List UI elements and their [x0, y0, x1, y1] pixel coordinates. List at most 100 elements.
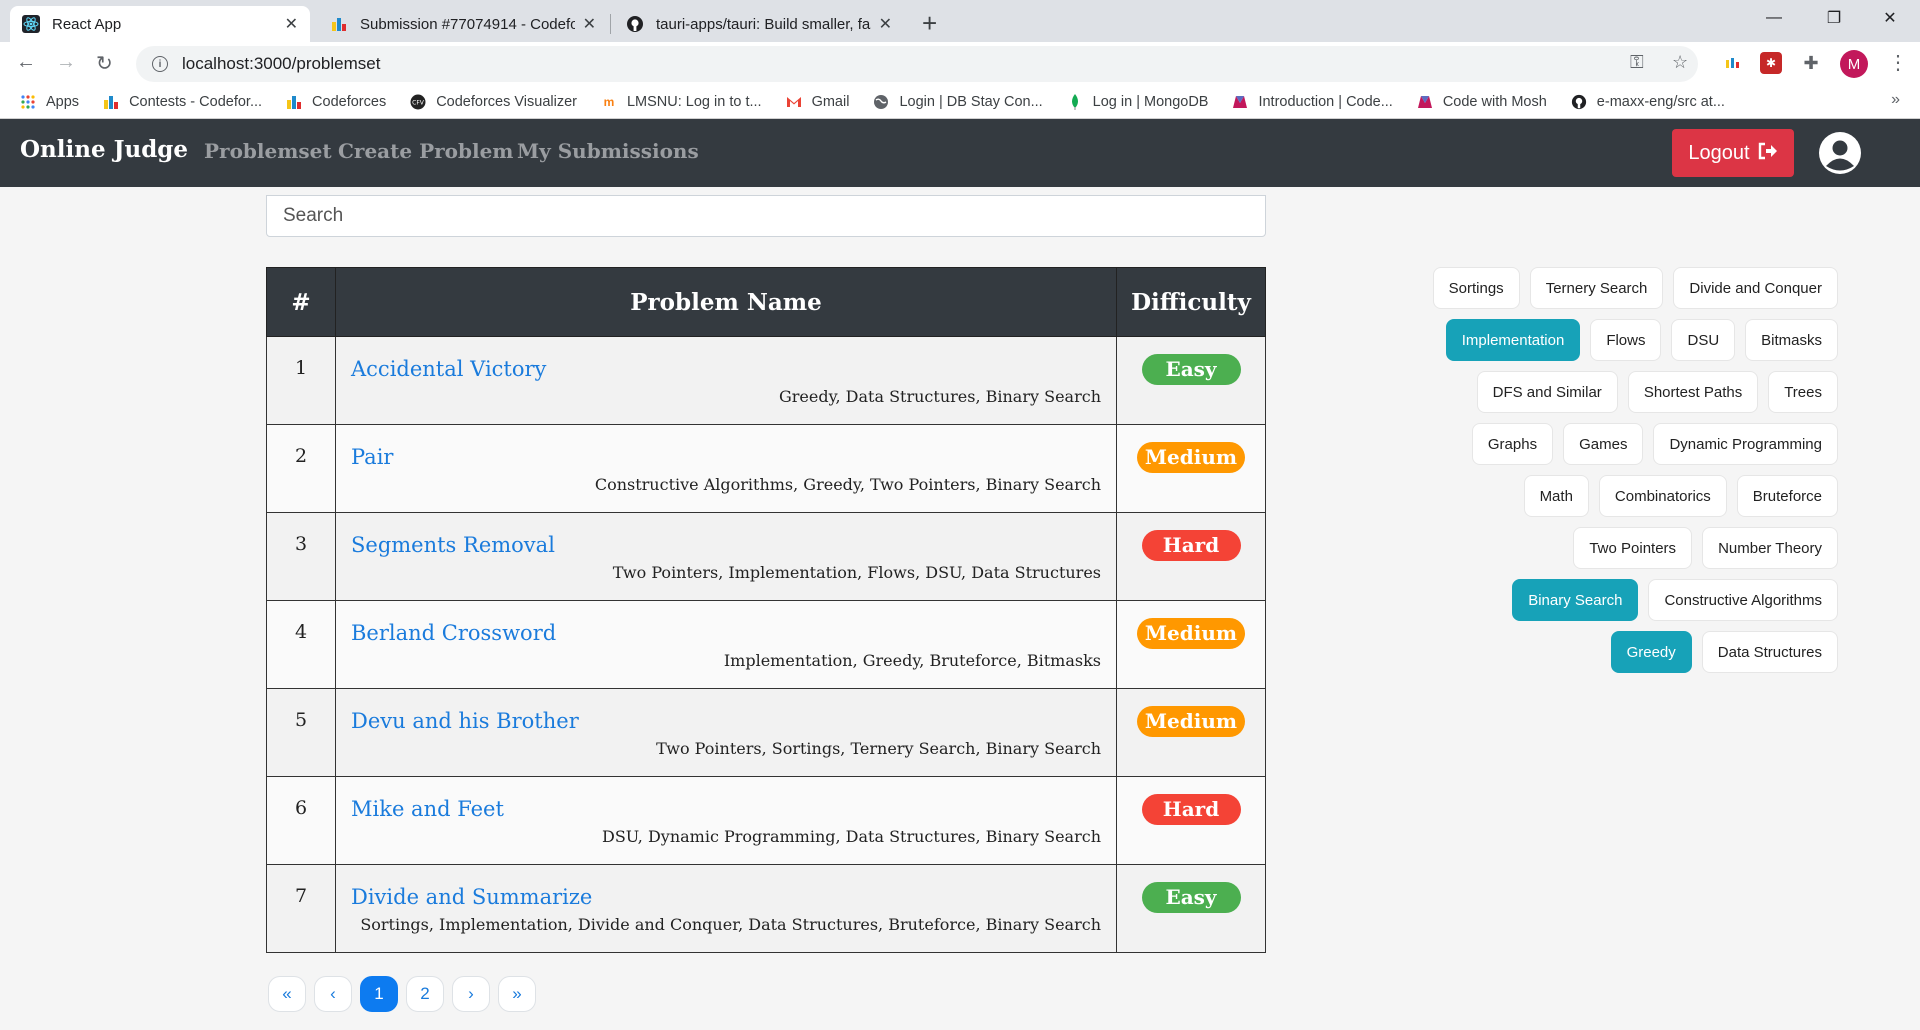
tag-filter-greedy[interactable]: Greedy	[1610, 631, 1692, 673]
prev-page-button[interactable]: ‹	[314, 976, 352, 1012]
tag-filter-shortest-paths[interactable]: Shortest Paths	[1627, 371, 1759, 413]
browser-tab-react-app[interactable]: React App ✕	[10, 6, 310, 42]
problem-tags: Greedy, Data Structures, Binary Search	[778, 387, 1101, 406]
bookmark-e-maxx[interactable]: e-maxx-eng/src at...	[1571, 94, 1725, 110]
bookmark-code-with-mosh[interactable]: Code with Mosh	[1417, 94, 1547, 110]
search-input[interactable]	[283, 205, 1249, 227]
problem-link[interactable]: Mike and Feet	[351, 797, 1101, 821]
tag-filter-dynamic-programming[interactable]: Dynamic Programming	[1653, 423, 1838, 465]
extension-puzzle-red-icon[interactable]: ✱	[1760, 52, 1782, 74]
tag-filter-data-structures[interactable]: Data Structures	[1701, 631, 1838, 673]
user-avatar-icon[interactable]	[1818, 131, 1862, 175]
tag-filter-two-pointers[interactable]: Two Pointers	[1573, 527, 1693, 569]
tag-filter-number-theory[interactable]: Number Theory	[1702, 527, 1838, 569]
logout-button[interactable]: Logout	[1672, 129, 1794, 177]
forward-arrow-icon[interactable]: →	[56, 51, 76, 74]
difficulty-cell: Easy	[1116, 336, 1266, 425]
bookmark-introduction-code[interactable]: Introduction | Code...	[1232, 94, 1393, 110]
tag-filter-dsu[interactable]: DSU	[1671, 319, 1736, 361]
key-icon[interactable]: ⚿	[1630, 52, 1644, 73]
tag-filter-games[interactable]: Games	[1563, 423, 1644, 465]
search-field[interactable]	[266, 195, 1266, 237]
close-tab-icon[interactable]: ✕	[285, 14, 298, 34]
bookmark-codeforces[interactable]: Codeforces	[286, 94, 386, 110]
problem-tags: DSU, Dynamic Programming, Data Structure…	[601, 827, 1101, 846]
tag-filter-bitmasks[interactable]: Bitmasks	[1745, 319, 1838, 361]
tab-separator	[610, 14, 611, 34]
extension-bars-icon[interactable]	[1722, 52, 1744, 74]
bookmark-label: Login | DB Stay Con...	[899, 93, 1043, 110]
difficulty-badge: Hard	[1141, 794, 1241, 825]
brand-title[interactable]: Online Judge	[20, 136, 188, 163]
problem-tags: Two Pointers, Sortings, Ternery Search, …	[656, 739, 1101, 758]
tag-filter-trees[interactable]: Trees	[1768, 371, 1838, 413]
problem-link[interactable]: Divide and Summarize	[351, 885, 1101, 909]
page-1-button[interactable]: 1	[360, 976, 398, 1012]
tag-filter-sortings[interactable]: Sortings	[1432, 267, 1520, 309]
bookmark-mongodb[interactable]: Log in | MongoDB	[1067, 93, 1208, 110]
table-row: 2 Pair Constructive Algorithms, Greedy, …	[266, 424, 1266, 513]
tag-filter-combinatorics[interactable]: Combinatorics	[1598, 475, 1727, 517]
browser-tab-github[interactable]: tauri-apps/tauri: Build smaller, faster …	[614, 6, 904, 42]
moodle-icon: m	[603, 94, 615, 109]
problem-number: 1	[266, 336, 336, 425]
difficulty-cell: Medium	[1116, 424, 1266, 513]
header-problem-name: Problem Name	[335, 267, 1117, 337]
bookmark-contests-codeforces[interactable]: Contests - Codefor...	[103, 94, 262, 110]
back-arrow-icon[interactable]: ←	[16, 51, 36, 74]
tag-filter-flows[interactable]: Flows	[1590, 319, 1662, 361]
problem-cell: Pair Constructive Algorithms, Greedy, Tw…	[335, 424, 1117, 513]
bookmark-codeforces-visualizer[interactable]: CFV Codeforces Visualizer	[410, 94, 577, 110]
tag-filter-bruteforce[interactable]: Bruteforce	[1736, 475, 1838, 517]
problem-link[interactable]: Pair	[351, 445, 1101, 469]
problem-link[interactable]: Accidental Victory	[351, 357, 1101, 381]
nav-link-create-problem[interactable]: Create Problem	[338, 139, 513, 163]
bookmark-db-stay[interactable]: Login | DB Stay Con...	[873, 93, 1043, 110]
reload-icon[interactable]: ↻	[96, 51, 113, 76]
extensions-puzzle-icon[interactable]: ✚	[1800, 52, 1822, 74]
close-tab-icon[interactable]: ✕	[879, 14, 892, 34]
problem-link[interactable]: Berland Crossword	[351, 621, 1101, 645]
profile-avatar[interactable]: M	[1840, 50, 1868, 78]
tag-filter-ternery-search[interactable]: Ternery Search	[1529, 267, 1664, 309]
tag-filter-divide-and-conquer[interactable]: Divide and Conquer	[1673, 267, 1838, 309]
problem-cell: Devu and his Brother Two Pointers, Sorti…	[335, 688, 1117, 777]
nav-link-my-submissions[interactable]: My Submissions	[517, 139, 699, 163]
bookmark-lmsnu[interactable]: m LMSNU: Log in to t...	[601, 94, 762, 110]
tag-filter-math[interactable]: Math	[1523, 475, 1589, 517]
last-page-button[interactable]: »	[498, 976, 536, 1012]
bookmark-apps[interactable]: Apps	[20, 94, 79, 110]
tag-row: Implementation Flows DSU Bitmasks	[1420, 319, 1838, 361]
problem-link[interactable]: Devu and his Brother	[351, 709, 1101, 733]
problem-tags: Two Pointers, Implementation, Flows, DSU…	[612, 563, 1101, 582]
first-page-button[interactable]: «	[268, 976, 306, 1012]
problem-link[interactable]: Segments Removal	[351, 533, 1101, 557]
problem-number: 4	[266, 600, 336, 689]
browser-menu-icon[interactable]: ⋮	[1888, 50, 1908, 75]
problem-tags: Implementation, Greedy, Bruteforce, Bitm…	[723, 651, 1101, 670]
table-row: 7 Divide and Summarize Sortings, Impleme…	[266, 864, 1266, 953]
nav-link-problemset[interactable]: Problemset	[204, 139, 332, 163]
tag-filter-graphs[interactable]: Graphs	[1471, 423, 1554, 465]
page-2-button[interactable]: 2	[406, 976, 444, 1012]
tag-filter-constructive-algorithms[interactable]: Constructive Algorithms	[1648, 579, 1838, 621]
browser-tab-codeforces[interactable]: Submission #77074914 - Codeforces ✕	[318, 6, 608, 42]
tag-filter-dfs-and-similar[interactable]: DFS and Similar	[1476, 371, 1618, 413]
tab-title: Submission #77074914 - Codeforces	[360, 15, 575, 33]
restore-icon[interactable]: ❐	[1806, 0, 1862, 36]
tag-filter-binary-search[interactable]: Binary Search	[1512, 579, 1639, 621]
tag-filter-implementation[interactable]: Implementation	[1445, 319, 1581, 361]
close-window-icon[interactable]: ✕	[1862, 0, 1918, 36]
next-page-button[interactable]: ›	[452, 976, 490, 1012]
bookmark-star-icon[interactable]: ☆	[1672, 52, 1688, 73]
bookmark-gmail[interactable]: Gmail	[786, 94, 849, 110]
new-tab-icon[interactable]: +	[922, 8, 937, 39]
problem-tags: Sortings, Implementation, Divide and Con…	[360, 915, 1101, 934]
close-tab-icon[interactable]: ✕	[583, 14, 596, 34]
minimize-icon[interactable]: —	[1746, 0, 1802, 36]
bookmarks-overflow-icon[interactable]: »	[1891, 91, 1900, 109]
site-info-icon[interactable]: i	[152, 56, 168, 72]
gmail-icon	[786, 94, 802, 110]
react-icon	[22, 15, 40, 33]
address-bar[interactable]: i localhost:3000/problemset	[136, 46, 1698, 82]
